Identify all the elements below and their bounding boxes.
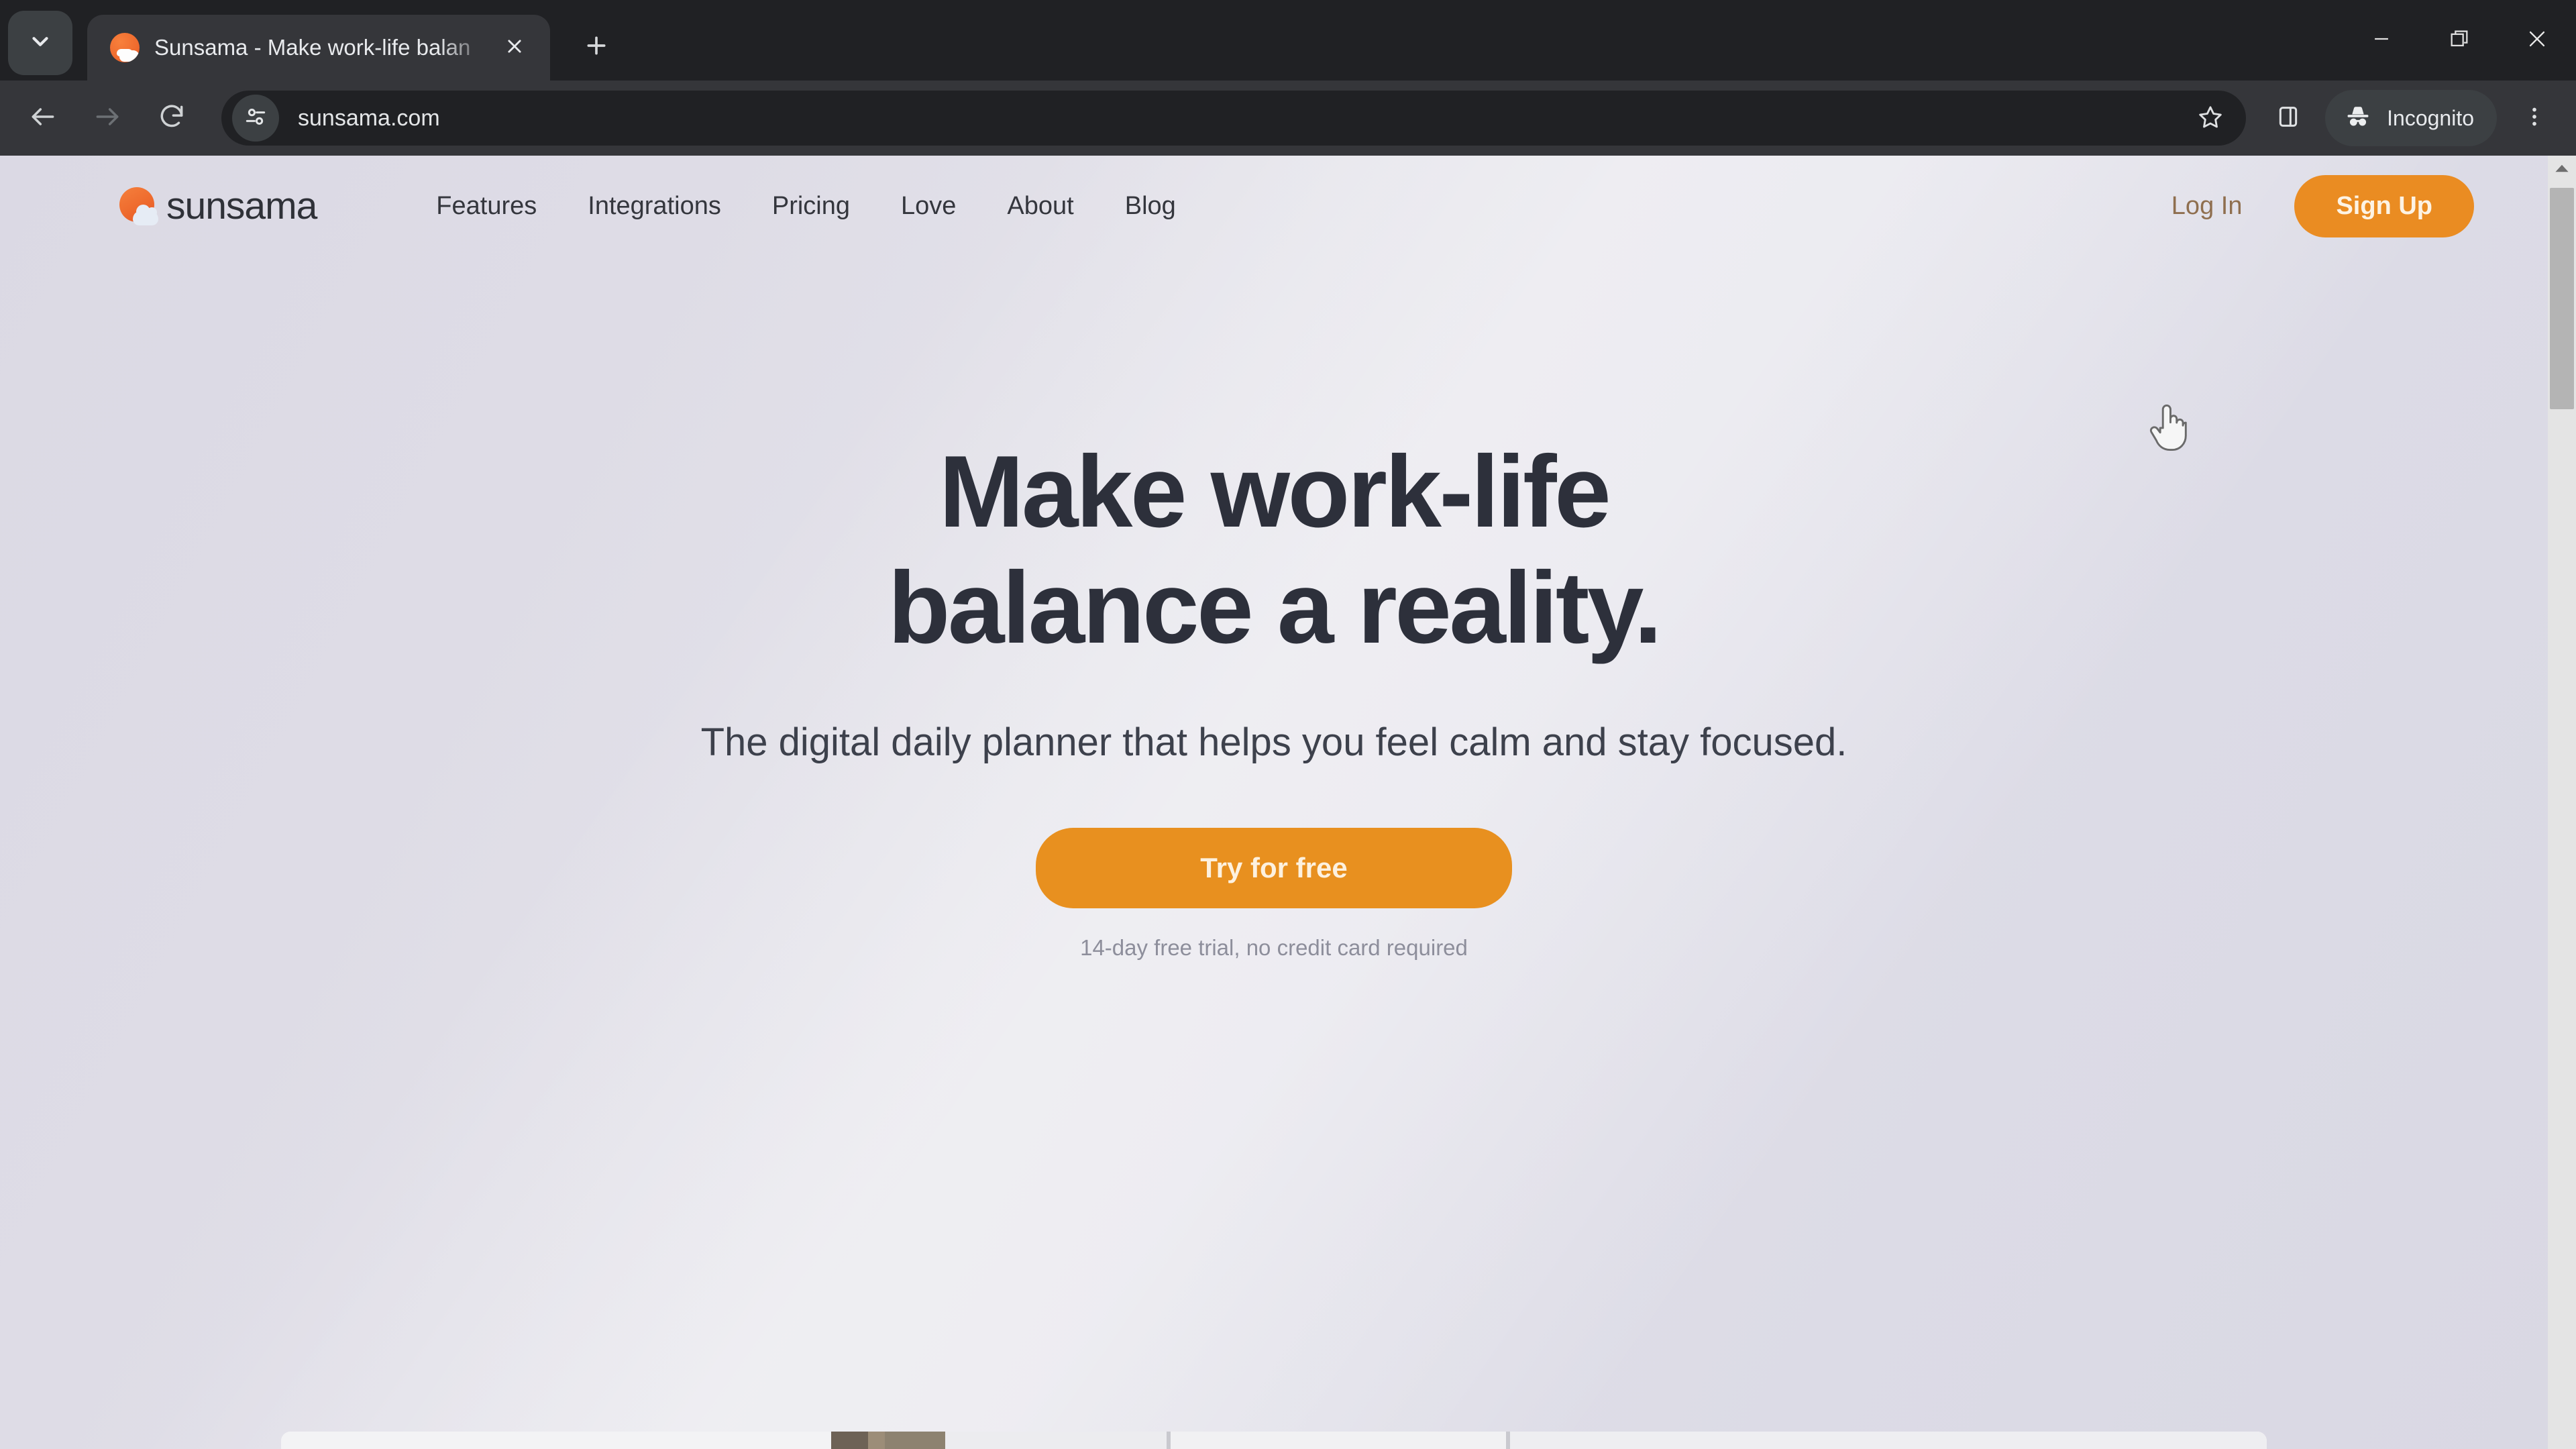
side-panel-icon [2275,103,2302,133]
tab-close-button[interactable] [496,30,533,66]
nav-item-blog[interactable]: Blog [1125,192,1176,221]
address-bar[interactable]: sunsama.com [221,91,2247,146]
nav-item-about[interactable]: About [1007,192,1073,221]
browser-tab[interactable]: Sunsama - Make work-life balan [87,15,550,80]
nav-item-integrations[interactable]: Integrations [588,192,721,221]
incognito-label: Incognito [2387,105,2474,130]
close-icon [505,37,524,59]
minimize-icon [2370,28,2393,54]
site-navigation: Features Integrations Pricing Love About… [436,192,1175,221]
arrow-left-icon [28,102,58,135]
hero-subtitle: The digital daily planner that helps you… [700,720,1847,764]
caret-up-icon [2555,164,2569,176]
tune-icon [243,104,268,133]
site-header: sunsama Features Integrations Pricing Lo… [0,156,2548,256]
scrollbar-up-button[interactable] [2548,156,2576,184]
close-window-button[interactable] [2498,0,2576,80]
three-dot-menu-icon [2522,105,2546,132]
browser-toolbar: sunsama.com Incognito [0,80,2576,156]
sunsama-landing-page: sunsama Features Integrations Pricing Lo… [0,156,2548,1449]
tab-search-button[interactable] [8,11,72,75]
reload-icon [157,102,186,135]
app-screenshot-preview [281,1432,2267,1449]
page-title: Make work-life balance a reality. [0,434,2548,667]
reload-button[interactable] [140,86,204,150]
page-viewport: sunsama Features Integrations Pricing Lo… [0,156,2576,1449]
bookmark-button[interactable] [2184,92,2237,144]
minimize-button[interactable] [2343,0,2420,80]
free-trial-note: 14-day free trial, no credit card requir… [1080,935,1468,961]
maximize-button[interactable] [2420,0,2498,80]
hero-section: Make work-life balance a reality. The di… [0,256,2548,961]
nav-item-pricing[interactable]: Pricing [772,192,850,221]
sunsama-sun-cloud-logo-icon [119,187,158,225]
chevron-down-icon [28,29,53,58]
hero-title-line-2: balance a reality. [888,551,1662,665]
header-actions: Log In Sign Up [2171,174,2474,237]
brand-name: sunsama [166,184,317,227]
tab-strip: Sunsama - Make work-life balan [0,0,2576,80]
sign-up-button[interactable]: Sign Up [2294,174,2474,237]
forward-button[interactable] [75,86,140,150]
nav-item-features[interactable]: Features [436,192,537,221]
scrollbar-thumb[interactable] [2550,188,2574,409]
side-panel-button[interactable] [2258,88,2318,148]
scrollbar-track[interactable] [2548,184,2576,1449]
chrome-menu-button[interactable] [2504,87,2565,149]
sunsama-favicon [110,33,140,62]
hero-title-line-1: Make work-life [938,435,1611,549]
nav-item-love[interactable]: Love [901,192,956,221]
incognito-indicator[interactable]: Incognito [2325,90,2497,146]
star-icon [2197,103,2224,133]
page-scrollbar[interactable] [2548,156,2576,1449]
arrow-right-icon [93,102,122,135]
window-controls [2343,0,2576,80]
browser-window: Sunsama - Make work-life balan sunsama.c… [0,0,2576,1449]
close-icon [2526,28,2548,54]
plus-icon [583,32,610,62]
log-in-link[interactable]: Log In [2171,192,2243,221]
site-info-button[interactable] [232,95,279,142]
brand-logo[interactable]: sunsama [119,184,317,228]
back-button[interactable] [11,86,75,150]
incognito-icon [2344,103,2372,134]
try-for-free-button[interactable]: Try for free [1036,828,1512,909]
new-tab-button[interactable] [569,19,624,74]
restore-icon [2448,28,2471,54]
tab-title: Sunsama - Make work-life balan [154,35,471,60]
url-text[interactable]: sunsama.com [298,105,2184,131]
